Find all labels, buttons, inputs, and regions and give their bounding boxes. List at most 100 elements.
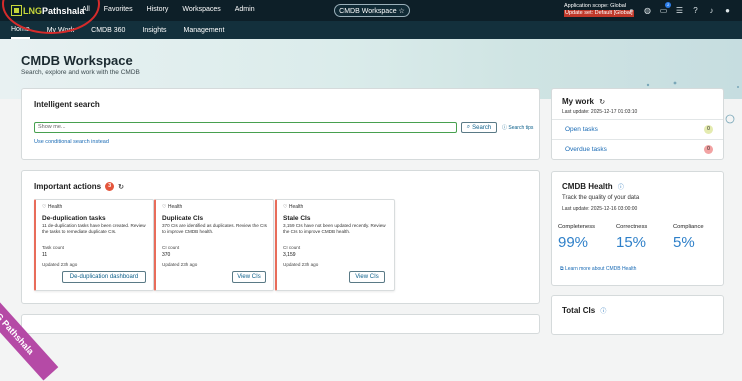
health-tag-label: Health	[167, 204, 183, 210]
learn-more-link[interactable]: ⧉ Learn more about CMDB Health	[560, 266, 636, 272]
chat-icon[interactable]: ▭ 1	[658, 2, 671, 16]
application-scope: Application scope: Global	[564, 3, 627, 9]
tab-insights[interactable]: Insights	[142, 23, 166, 38]
action-card-updated: Updated 23h ago	[162, 262, 198, 267]
nav-history[interactable]: History	[147, 6, 169, 13]
action-card-count: 370	[162, 252, 171, 258]
action-card-count: 3,159	[283, 252, 296, 258]
intelligent-search-title: Intelligent search	[34, 100, 100, 109]
action-card-count-label: Task count	[42, 245, 64, 250]
info-icon[interactable]: ⓘ	[618, 185, 624, 191]
bell-icon[interactable]: ♪	[706, 5, 717, 16]
action-card-updated: Updated 23h ago	[42, 262, 78, 267]
workspace-pill[interactable]: CMDB Workspace ☆	[334, 4, 410, 17]
metric-completeness[interactable]: Completeness 99%	[558, 224, 595, 251]
nav-workspaces[interactable]: Workspaces	[182, 6, 220, 13]
intelligent-search-card: Intelligent search Show me... ⌕ Search ⓘ…	[21, 88, 540, 160]
list-icon[interactable]: ☰	[674, 5, 685, 16]
globe-icon[interactable]: ◍	[642, 5, 653, 16]
my-work-card: My work ↻ Last update: 2025-12-17 01:03:…	[551, 88, 724, 160]
metric-label: Compliance	[673, 224, 704, 230]
search-button-label: Search	[472, 124, 492, 131]
health-tag: ♡ Health	[42, 204, 63, 210]
metric-compliance[interactable]: Compliance 5%	[673, 224, 704, 251]
action-card-deduplication: ♡ Health De-duplication tasks 11 de-dupl…	[34, 199, 154, 291]
action-card-description: 3,159 CIs have not been updated recently…	[283, 223, 386, 234]
workspace-tabs: Home My Work CMDB 360 Insights Managemen…	[0, 21, 742, 39]
metric-label: Correctness	[616, 224, 648, 230]
help-icon[interactable]: ?	[690, 5, 701, 16]
open-tasks-row[interactable]: Open tasks 0	[552, 119, 723, 139]
action-card-description: 370 CIs are identified as duplicates. Re…	[162, 223, 267, 234]
total-cis-card: Total CIs ⓘ	[551, 295, 724, 335]
refresh-icon[interactable]: ↻	[118, 183, 124, 191]
my-work-label: My work	[562, 97, 595, 106]
external-link-icon: ⧉	[560, 266, 564, 272]
avatar[interactable]: ●	[722, 5, 733, 16]
logo-text-2: Pathshala	[42, 5, 85, 16]
logo-text: LNG	[23, 5, 42, 16]
scope-info[interactable]: Application scope: Global Update set: De…	[564, 3, 634, 17]
search-input[interactable]: Show me...	[34, 122, 457, 133]
search-tips-link[interactable]: ⓘ Search tips	[502, 124, 533, 131]
search-tips-label: Search tips	[508, 125, 534, 131]
overdue-tasks-count: 0	[704, 145, 713, 154]
search-icon[interactable]: ⌕	[626, 5, 637, 16]
cmdb-health-updated: Last update: 2025-12-16 03:00:00	[562, 206, 638, 212]
tab-my-work[interactable]: My Work	[47, 23, 74, 38]
search-button[interactable]: ⌕ Search	[461, 122, 497, 133]
info-icon[interactable]: ⓘ	[600, 309, 606, 315]
action-card-title: Stale CIs	[283, 215, 311, 222]
logo[interactable]: LNG Pathshala	[11, 4, 85, 17]
search-button-icon: ⌕	[466, 124, 471, 130]
notification-badge: 1	[665, 2, 671, 8]
top-nav: All Favorites History Workspaces Admin	[82, 6, 269, 13]
header-icons: ⌕ ◍ ▭ 1 ☰ ? ♪ ●	[626, 2, 738, 16]
action-card-description: 11 de-duplication tasks have been create…	[42, 223, 146, 234]
top-header: LNG Pathshala All Favorites History Work…	[0, 0, 742, 21]
view-cis-button[interactable]: View CIs	[349, 271, 385, 283]
cmdb-health-subtitle: Track the quality of your data	[562, 195, 640, 201]
action-card-duplicate-cis: ♡ Health Duplicate CIs 370 CIs are ident…	[154, 199, 274, 291]
health-tag-label: Health	[288, 204, 304, 210]
important-actions-label: Important actions	[34, 182, 102, 191]
info-icon: ⓘ	[502, 125, 508, 131]
important-actions-card: Important actions 3 ↻ ♡ Health De-duplic…	[21, 170, 540, 304]
action-card-title: Duplicate CIs	[162, 215, 204, 222]
metric-label: Completeness	[558, 224, 596, 230]
cmdb-health-title: CMDB Health ⓘ	[562, 182, 624, 191]
total-cis-title: Total CIs ⓘ	[562, 306, 606, 315]
action-card-title: De-duplication tasks	[42, 215, 106, 222]
metric-value: 99%	[558, 234, 589, 251]
learn-more-label: Learn more about CMDB Health	[564, 266, 637, 272]
action-card-updated: Updated 23h ago	[283, 262, 319, 267]
total-cis-label: Total CIs	[562, 306, 596, 315]
metric-correctness[interactable]: Correctness 15%	[616, 224, 647, 251]
bottom-card	[21, 314, 540, 334]
metric-value: 15%	[616, 234, 647, 251]
health-tag: ♡ Health	[283, 204, 304, 210]
action-card-count-label: CI count	[162, 245, 180, 250]
tab-cmdb-360[interactable]: CMDB 360	[91, 23, 125, 38]
deduplication-dashboard-button[interactable]: De-duplication dashboard	[62, 271, 146, 283]
nav-favorites[interactable]: Favorites	[104, 6, 133, 13]
tab-home[interactable]: Home	[11, 22, 30, 39]
actions-count-badge: 3	[105, 182, 115, 191]
important-actions-title: Important actions 3 ↻	[34, 182, 124, 191]
overdue-tasks-link[interactable]: Overdue tasks	[565, 146, 607, 153]
nav-all[interactable]: All	[82, 6, 90, 13]
refresh-icon[interactable]: ↻	[599, 99, 605, 106]
open-tasks-count: 0	[704, 125, 713, 134]
nav-admin[interactable]: Admin	[235, 6, 255, 13]
cmdb-health-label: CMDB Health	[562, 182, 613, 191]
open-tasks-link[interactable]: Open tasks	[565, 126, 598, 133]
overdue-tasks-row[interactable]: Overdue tasks 0	[552, 139, 723, 159]
tab-management[interactable]: Management	[184, 23, 225, 38]
health-tag: ♡ Health	[162, 204, 183, 210]
conditional-search-link[interactable]: Use conditional search instead	[34, 139, 109, 145]
metric-value: 5%	[673, 234, 695, 251]
my-work-updated: Last update: 2025-12-17 01:03:10	[562, 109, 638, 115]
action-card-count: 11	[42, 252, 48, 258]
view-cis-button[interactable]: View CIs	[232, 271, 266, 283]
page-title: CMDB Workspace	[21, 53, 133, 68]
